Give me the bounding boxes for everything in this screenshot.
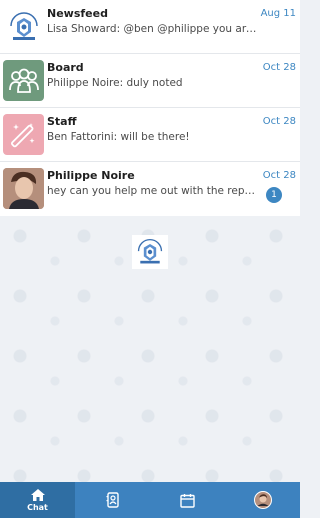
chat-preview: Ben Fattorini: will be there! [47, 131, 190, 143]
tab-chat-label: Chat [27, 503, 48, 512]
chat-row-philippe-noire[interactable]: Philippe Noire hey can you help me out w… [0, 162, 300, 216]
chat-preview: Philippe Noire: duly noted [47, 77, 183, 89]
chat-name: Board [47, 61, 84, 74]
user-photo [3, 168, 44, 209]
contacts-icon [106, 492, 119, 508]
chat-row-board[interactable]: Board Philippe Noire: duly noted Oct 28 [0, 54, 300, 108]
group-icon [3, 60, 44, 101]
chat-row-newsfeed[interactable]: Newsfeed Lisa Showard: @ben @philippe yo… [0, 0, 300, 54]
bottom-tab-bar: Chat [0, 482, 300, 518]
chat-name: Newsfeed [47, 7, 108, 20]
chat-date: Oct 28 [262, 62, 296, 73]
chat-date: Oct 28 [262, 116, 296, 127]
chat-preview: Lisa Showard: @ben @philippe you are g..… [47, 23, 257, 35]
magic-wand-icon [3, 114, 44, 155]
tab-contacts[interactable] [75, 482, 150, 518]
chat-name: Philippe Noire [47, 169, 135, 182]
chat-preview: hey can you help me out with the report? [47, 185, 257, 197]
profile-avatar [253, 491, 272, 509]
chat-date: Aug 11 [260, 8, 296, 19]
calendar-icon [180, 493, 195, 508]
chat-icon [30, 489, 45, 501]
chat-list: Newsfeed Lisa Showard: @ben @philippe yo… [0, 0, 300, 216]
unread-badge: 1 [266, 187, 282, 203]
chat-date: Oct 28 [262, 170, 296, 181]
crest-logo-icon [3, 6, 44, 47]
tab-profile[interactable] [225, 482, 300, 518]
tab-calendar[interactable] [150, 482, 225, 518]
crest-logo-icon [132, 235, 168, 269]
chat-name: Staff [47, 115, 77, 128]
tab-chat[interactable]: Chat [0, 482, 75, 518]
chat-row-staff[interactable]: Staff Ben Fattorini: will be there! Oct … [0, 108, 300, 162]
